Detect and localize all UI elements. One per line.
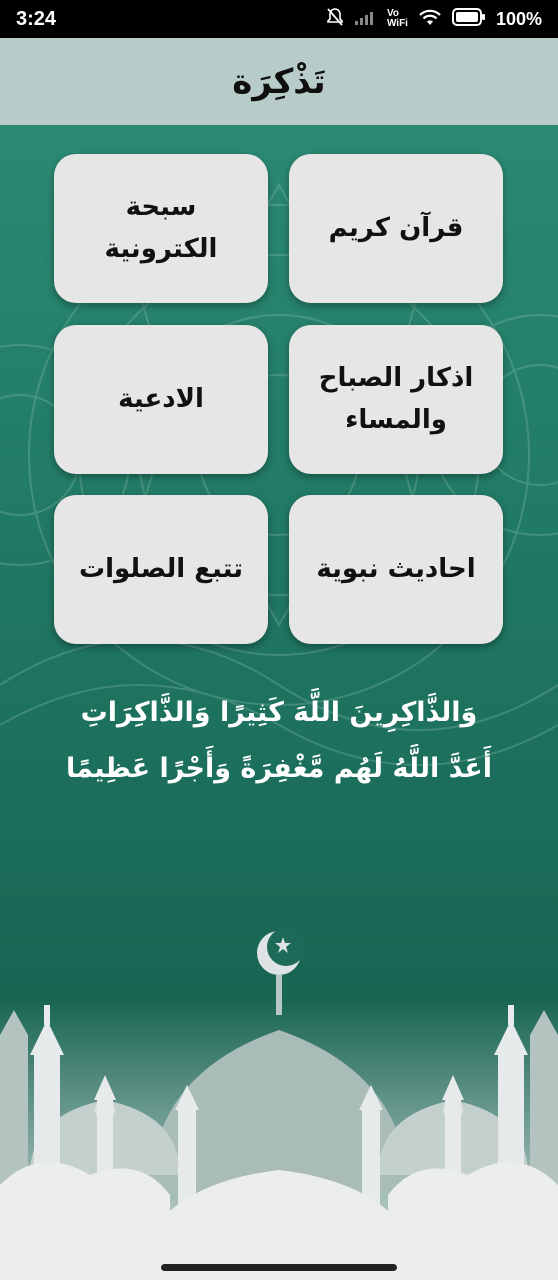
prayer-tracker-button[interactable]: تتبع الصلوات	[54, 495, 268, 644]
verse-line-2: أَعَدَّ اللَّهُ لَهُم مَّغْفِرَةً وَأَجْ…	[66, 753, 492, 784]
status-bar: 3:24 Vo WiFi 100%	[0, 0, 558, 38]
signal-icon	[354, 9, 377, 30]
battery-icon	[451, 7, 486, 31]
battery-percent: 100%	[495, 8, 542, 29]
verse-line-1: وَالذَّاكِرِينَ اللَّهَ كَثِيرًا وَالذَّ…	[80, 697, 478, 728]
azkar-button[interactable]: اذكار الصباح والمساء	[289, 325, 503, 474]
wifi-icon	[418, 8, 442, 31]
hadith-button[interactable]: احاديث نبوية	[289, 495, 503, 644]
app-title: تَذْكِرَة	[232, 61, 326, 102]
duas-label: الادعية	[118, 383, 204, 414]
status-time: 3:24	[16, 7, 57, 30]
azkar-label: اذكار الصباح والمساء	[318, 362, 474, 435]
duas-button[interactable]: الادعية	[54, 325, 268, 474]
quran-verse: وَالذَّاكِرِينَ اللَّهَ كَثِيرًا وَالذَّ…	[0, 685, 558, 797]
tasbih-label: سبحة الكترونية	[104, 191, 218, 264]
prayer-tracker-label: تتبع الصلوات	[78, 553, 244, 584]
quran-button[interactable]: قرآن كريم	[289, 154, 503, 303]
app-bar: تَذْكِرَة	[0, 38, 558, 125]
home-gesture-bar[interactable]	[161, 1264, 397, 1271]
wifi-label: WiFi	[386, 18, 408, 29]
volte-wifi-badge: Vo WiFi	[387, 9, 408, 29]
quran-label: قرآن كريم	[328, 212, 464, 243]
mosque-silhouette	[0, 928, 558, 1280]
status-icons: Vo WiFi 100%	[325, 7, 542, 32]
tasbih-button[interactable]: سبحة الكترونية	[54, 154, 268, 303]
mute-bell-icon	[325, 7, 345, 32]
crescent-star-icon	[257, 928, 305, 975]
home-screen: 3:24 Vo WiFi 100% تَذْكِرَة قرآن كريم سب…	[0, 0, 558, 1280]
hadith-label: احاديث نبوية	[316, 553, 476, 584]
